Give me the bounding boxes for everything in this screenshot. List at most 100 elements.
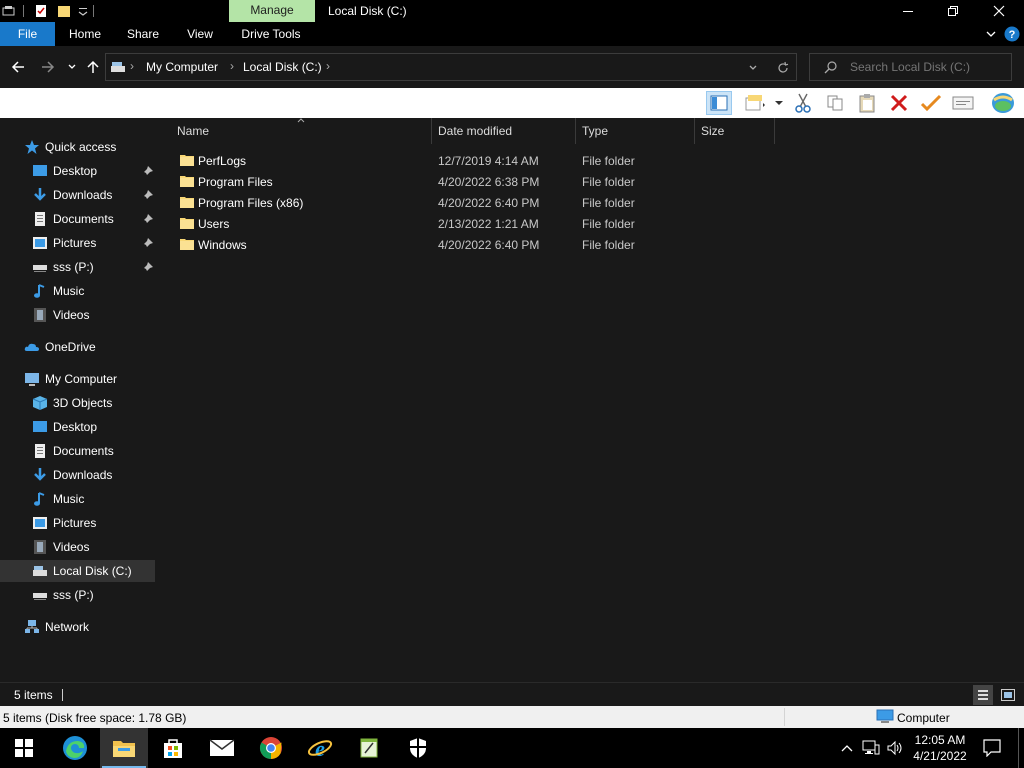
search-input[interactable]: [850, 60, 1005, 74]
nav-network[interactable]: Network: [0, 616, 155, 638]
pin-icon[interactable]: [142, 189, 154, 201]
nav-quick-desktop[interactable]: Desktop: [0, 160, 155, 182]
tab-home[interactable]: Home: [61, 22, 109, 46]
file-row[interactable]: Users 2/13/2022 1:21 AM File folder: [177, 213, 775, 234]
nav-quick-videos[interactable]: Videos: [0, 304, 155, 326]
column-header-date[interactable]: Date modified: [432, 118, 576, 144]
tab-file[interactable]: File: [0, 22, 55, 46]
forward-button[interactable]: [38, 56, 58, 78]
show-desktop-button[interactable]: [1018, 728, 1024, 768]
preview-pane-button[interactable]: [706, 91, 732, 115]
nav-music[interactable]: Music: [0, 488, 155, 510]
network-status-button[interactable]: [860, 728, 882, 768]
tab-drive-tools[interactable]: Drive Tools: [234, 22, 308, 46]
nav-label: Music: [53, 492, 85, 506]
nav-downloads[interactable]: Downloads: [0, 464, 155, 486]
action-center-button[interactable]: [980, 728, 1004, 768]
file-type: File folder: [582, 154, 635, 168]
properties-button[interactable]: [950, 91, 976, 115]
nav-quick-access[interactable]: Quick access: [0, 136, 155, 158]
restore-button[interactable]: [930, 0, 976, 22]
document-icon: [35, 212, 45, 226]
column-header-name[interactable]: Name: [157, 118, 432, 144]
tab-view[interactable]: View: [178, 22, 222, 46]
pin-icon[interactable]: [142, 261, 154, 273]
address-dropdown-icon[interactable]: [748, 63, 758, 73]
network-wired-icon: [862, 740, 880, 755]
nav-label: Documents: [53, 212, 114, 226]
start-button[interactable]: [0, 728, 48, 768]
column-header-type[interactable]: Type: [576, 118, 695, 144]
paste-button[interactable]: [854, 91, 880, 115]
volume-button[interactable]: [884, 728, 906, 768]
refresh-icon[interactable]: [776, 61, 790, 75]
show-hidden-icons-button[interactable]: [838, 728, 856, 768]
pin-icon[interactable]: [142, 213, 154, 225]
taskbar-notepad[interactable]: [345, 728, 393, 768]
nav-quick-pictures[interactable]: Pictures: [0, 232, 155, 254]
nav-quick-documents[interactable]: Documents: [0, 208, 155, 230]
taskbar-store[interactable]: [149, 728, 197, 768]
breadcrumb-my-computer[interactable]: My Computer: [146, 60, 218, 74]
tab-share[interactable]: Share: [120, 22, 166, 46]
nav-pictures[interactable]: Pictures: [0, 512, 155, 534]
status-separator: [62, 689, 63, 701]
restore-icon: [948, 6, 958, 16]
large-icons-view-button[interactable]: [998, 685, 1018, 705]
pin-icon[interactable]: [142, 237, 154, 249]
taskbar-mail[interactable]: [198, 728, 246, 768]
rename-button[interactable]: [918, 91, 944, 115]
column-header-size[interactable]: Size: [695, 118, 775, 144]
nav-quick-music[interactable]: Music: [0, 280, 155, 302]
window-title: Local Disk (C:): [328, 4, 407, 18]
recent-locations-button[interactable]: [62, 56, 82, 78]
nav-3d-objects[interactable]: 3D Objects: [0, 392, 155, 414]
network-drive-icon: [33, 593, 47, 600]
computer-icon: [876, 709, 894, 723]
delete-button[interactable]: [886, 91, 912, 115]
nav-my-computer[interactable]: My Computer: [0, 368, 155, 390]
taskbar-file-explorer[interactable]: [100, 728, 148, 768]
breadcrumb-separator: ›: [326, 59, 330, 73]
tab-manage[interactable]: Manage: [229, 0, 315, 22]
new-folder-icon[interactable]: [57, 4, 71, 18]
customize-dropdown-icon[interactable]: [76, 4, 90, 18]
svg-text:e: e: [315, 736, 325, 761]
taskbar-chrome[interactable]: [247, 728, 295, 768]
pin-icon[interactable]: [142, 165, 154, 177]
file-row[interactable]: Windows 4/20/2022 6:40 PM File folder: [177, 234, 775, 255]
nav-onedrive[interactable]: OneDrive: [0, 336, 155, 358]
help-icon[interactable]: ?: [1004, 26, 1020, 42]
nav-quick-sss-drive[interactable]: sss (P:): [0, 256, 155, 278]
close-button[interactable]: [976, 0, 1022, 22]
nav-local-disk[interactable]: Local Disk (C:): [0, 560, 155, 582]
globe-button[interactable]: [990, 91, 1016, 115]
search-box[interactable]: [809, 53, 1012, 81]
nav-videos[interactable]: Videos: [0, 536, 155, 558]
layout-button[interactable]: [742, 91, 768, 115]
minimize-button[interactable]: [885, 0, 931, 22]
file-row[interactable]: Program Files (x86) 4/20/2022 6:40 PM Fi…: [177, 192, 775, 213]
up-button[interactable]: [83, 56, 103, 78]
address-bar[interactable]: › My Computer › Local Disk (C:) ›: [105, 53, 797, 81]
details-view-button[interactable]: [973, 685, 993, 705]
file-row[interactable]: PerfLogs 12/7/2019 4:14 AM File folder: [177, 150, 775, 171]
cut-button[interactable]: [790, 91, 816, 115]
clock[interactable]: 12:05 AM 4/21/2022: [908, 728, 972, 768]
taskbar-internet-explorer[interactable]: e: [296, 728, 344, 768]
nav-documents[interactable]: Documents: [0, 440, 155, 462]
nav-desktop[interactable]: Desktop: [0, 416, 155, 438]
breadcrumb-local-disk[interactable]: Local Disk (C:): [243, 60, 322, 74]
file-row[interactable]: Program Files 4/20/2022 6:38 PM File fol…: [177, 171, 775, 192]
taskbar-security[interactable]: [394, 728, 442, 768]
checklist-icon[interactable]: [34, 4, 48, 18]
taskbar-edge[interactable]: [51, 728, 99, 768]
nav-sss-drive[interactable]: sss (P:): [0, 584, 155, 606]
back-button[interactable]: [8, 56, 28, 78]
layout-dropdown-button[interactable]: [773, 91, 785, 115]
network-icon: [25, 620, 39, 633]
nav-quick-downloads[interactable]: Downloads: [0, 184, 155, 206]
properties-icon[interactable]: [2, 4, 16, 18]
expand-ribbon-icon[interactable]: [985, 28, 997, 40]
copy-button[interactable]: [822, 91, 848, 115]
